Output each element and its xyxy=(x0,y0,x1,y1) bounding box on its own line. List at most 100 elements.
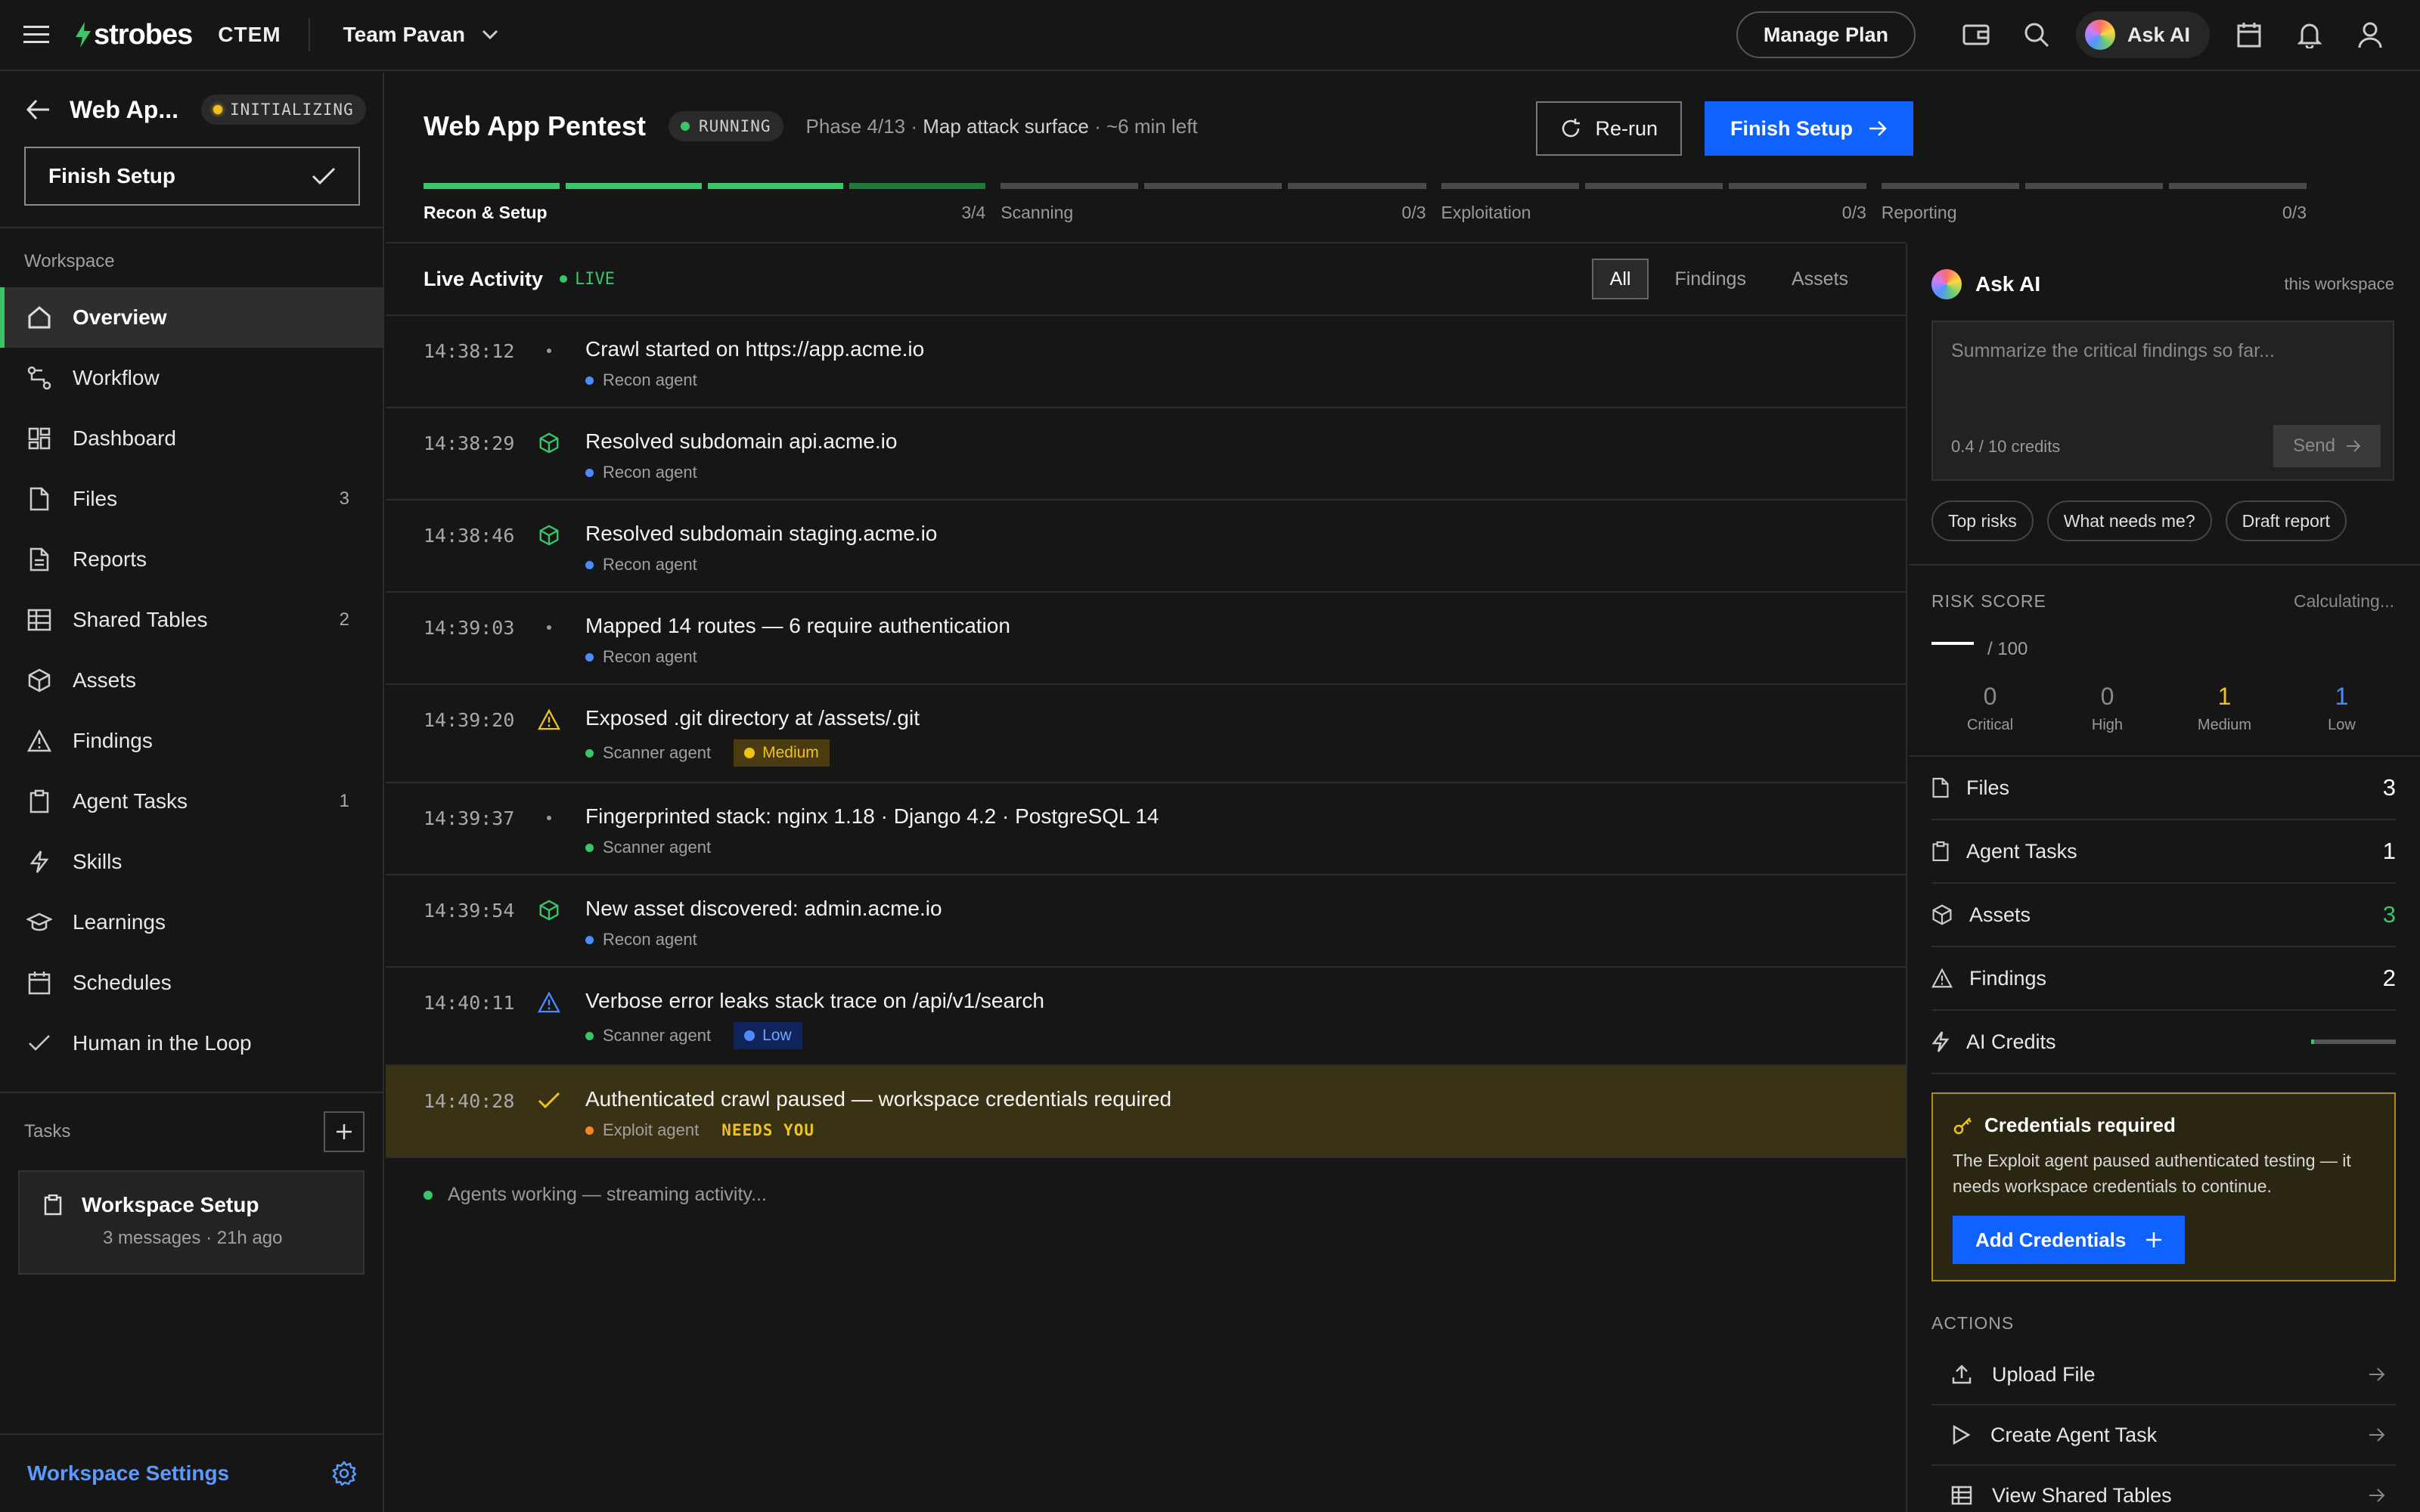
agent-label: Recon agent xyxy=(603,555,697,574)
table-icon xyxy=(26,606,53,634)
stat-value: 1 xyxy=(2382,838,2396,864)
sidebar-item-overview[interactable]: Overview xyxy=(0,287,383,348)
chip-what-needs-me[interactable]: What needs me? xyxy=(2046,500,2212,541)
stat-assets[interactable]: Assets 3 xyxy=(1931,884,2396,947)
back-arrow-icon[interactable] xyxy=(26,99,50,120)
plus-icon xyxy=(2146,1232,2162,1247)
ask-ai-input[interactable]: Summarize the critical findings so far..… xyxy=(1931,321,2394,481)
search-icon[interactable] xyxy=(2021,20,2052,50)
streaming-dot xyxy=(424,1190,433,1200)
finish-setup-primary-button[interactable]: Finish Setup xyxy=(1705,101,1913,156)
phase-suffix: · ~6 min left xyxy=(1094,114,1198,138)
activity-list: 14:38:12 Crawl started on https://app.acm… xyxy=(386,316,1906,1158)
activity-title: Live Activity xyxy=(424,267,544,290)
task-card[interactable]: Workspace Setup 3 messages · 21h ago xyxy=(18,1170,365,1275)
severity-count-low[interactable]: 1 Low xyxy=(2283,683,2400,734)
ai-orb-icon xyxy=(1931,269,1962,299)
phase-segment xyxy=(707,183,844,189)
stat-agent-tasks[interactable]: Agent Tasks 1 xyxy=(1931,820,2396,884)
stat-label: Files xyxy=(1966,776,2010,799)
action-create-agent-task[interactable]: Create Agent Task xyxy=(1931,1405,2396,1466)
live-label: LIVE xyxy=(575,269,616,289)
sidebar-item-findings[interactable]: Findings xyxy=(0,711,383,771)
risk-max: / 100 xyxy=(1987,639,2028,659)
sidebar-item-learnings[interactable]: Learnings xyxy=(0,892,383,953)
sidebar-item-label: Learnings xyxy=(73,910,166,934)
sidebar-item-workflow[interactable]: Workflow xyxy=(0,348,383,408)
action-label: View Shared Tables xyxy=(1992,1483,2172,1507)
wallet-icon[interactable] xyxy=(1961,20,1991,50)
severity-label: Low xyxy=(2328,717,2356,733)
workspace-title: Web Ap... xyxy=(70,95,178,123)
team-selector[interactable]: Team Pavan xyxy=(343,23,498,47)
action-view-shared-tables[interactable]: View Shared Tables xyxy=(1931,1466,2396,1512)
severity-count-high[interactable]: 0 High xyxy=(2049,683,2166,734)
add-task-button[interactable] xyxy=(324,1111,365,1152)
action-upload-file[interactable]: Upload File xyxy=(1931,1345,2396,1405)
sidebar-item-label: Files xyxy=(73,487,118,510)
ask-ai-button[interactable]: Ask AI xyxy=(2075,11,2210,58)
stat-ai-credits[interactable]: AI Credits xyxy=(1931,1011,2396,1074)
sidebar-item-files[interactable]: Files 3 xyxy=(0,469,383,529)
severity-count-critical[interactable]: 0 Critical xyxy=(1931,683,2049,734)
sidebar-item-agent-tasks[interactable]: Agent Tasks 1 xyxy=(0,771,383,832)
bell-icon[interactable] xyxy=(2294,20,2325,50)
agent-dot xyxy=(585,376,594,385)
finish-setup-button[interactable]: Finish Setup xyxy=(24,147,360,206)
sidebar-item-dashboard[interactable]: Dashboard xyxy=(0,408,383,469)
phase-info: Phase 4/13 · Map attack surface · ~6 min… xyxy=(806,115,1198,138)
severity-dot xyxy=(744,748,755,758)
activity-row[interactable]: 14:38:12 Crawl started on https://app.acm… xyxy=(386,316,1906,408)
activity-row[interactable]: 14:38:29 Resolved subdomain api.acme.io Re… xyxy=(386,408,1906,500)
activity-meta: Scanner agent xyxy=(585,838,711,857)
sidebar-item-human-in-the-loop[interactable]: Human in the Loop xyxy=(0,1013,383,1074)
right-panel: Ask AI this workspace Summarize the crit… xyxy=(1909,243,2420,1512)
user-icon[interactable] xyxy=(2355,20,2385,50)
stat-value: 3 xyxy=(2382,901,2396,928)
activity-row[interactable]: 14:38:46 Resolved subdomain staging.acme.… xyxy=(386,500,1906,593)
stat-files[interactable]: Files 3 xyxy=(1931,757,2396,820)
chip-draft-report[interactable]: Draft report xyxy=(2225,500,2347,541)
arrow-right-icon xyxy=(2369,1489,2385,1502)
filter-all[interactable]: All xyxy=(1591,259,1649,299)
activity-row[interactable]: 14:39:37 Fingerprinted stack: nginx 1.18 … xyxy=(386,783,1906,875)
filter-assets[interactable]: Assets xyxy=(1772,259,1868,299)
filter-findings[interactable]: Findings xyxy=(1655,259,1766,299)
phase-label: Recon & Setup xyxy=(424,203,548,222)
calendar-icon[interactable] xyxy=(2234,20,2264,50)
activity-row[interactable]: 14:39:54 New asset discovered: admin.acme… xyxy=(386,875,1906,968)
risk-score: / 100 xyxy=(1909,612,2420,660)
chip-top-risks[interactable]: Top risks xyxy=(1931,500,2034,541)
stat-findings[interactable]: Findings 2 xyxy=(1931,947,2396,1011)
severity-count-medium[interactable]: 1 Medium xyxy=(2166,683,2283,734)
activity-time: 14:38:12 xyxy=(424,340,515,362)
sidebar-item-schedules[interactable]: Schedules xyxy=(0,953,383,1013)
agent-dot xyxy=(585,935,594,944)
task-title: Workspace Setup xyxy=(82,1193,259,1216)
team-name: Team Pavan xyxy=(343,23,465,46)
activity-row[interactable]: 14:39:03 Mapped 14 routes — 6 require aut… xyxy=(386,593,1906,685)
ask-ai-title: Ask AI xyxy=(1975,272,2041,296)
severity-label: Low xyxy=(762,1027,792,1044)
credentials-title: Credentials required xyxy=(1984,1114,2176,1136)
sidebar-item-skills[interactable]: Skills xyxy=(0,832,383,892)
sidebar-item-assets[interactable]: Assets xyxy=(0,650,383,711)
activity-row[interactable]: 14:39:20 Exposed .git directory at /asset… xyxy=(386,685,1906,783)
rerun-button[interactable]: Re-run xyxy=(1536,101,1682,156)
send-button[interactable]: Send xyxy=(2273,425,2381,467)
home-icon xyxy=(26,304,53,331)
manage-plan-button[interactable]: Manage Plan xyxy=(1736,11,1916,58)
sidebar-item-shared-tables[interactable]: Shared Tables 2 xyxy=(0,590,383,650)
add-credentials-button[interactable]: Add Credentials xyxy=(1953,1216,2186,1264)
workspace-settings-link[interactable]: Workspace Settings xyxy=(0,1433,383,1512)
activity-row[interactable]: 14:40:28 Authenticated crawl paused — wor… xyxy=(386,1066,1906,1158)
activity-meta: Recon agent xyxy=(585,463,697,482)
menu-icon[interactable] xyxy=(23,21,50,48)
severity-label: High xyxy=(2091,717,2124,733)
finish-setup-label: Finish Setup xyxy=(1730,116,1853,140)
brand-logo[interactable]: strobes xyxy=(74,19,193,51)
sidebar-item-reports[interactable]: Reports xyxy=(0,529,383,590)
activity-row[interactable]: 14:40:11 Verbose error leaks stack trace … xyxy=(386,968,1906,1066)
warning-icon xyxy=(1931,968,1953,988)
section-label: Workspace xyxy=(24,251,115,271)
